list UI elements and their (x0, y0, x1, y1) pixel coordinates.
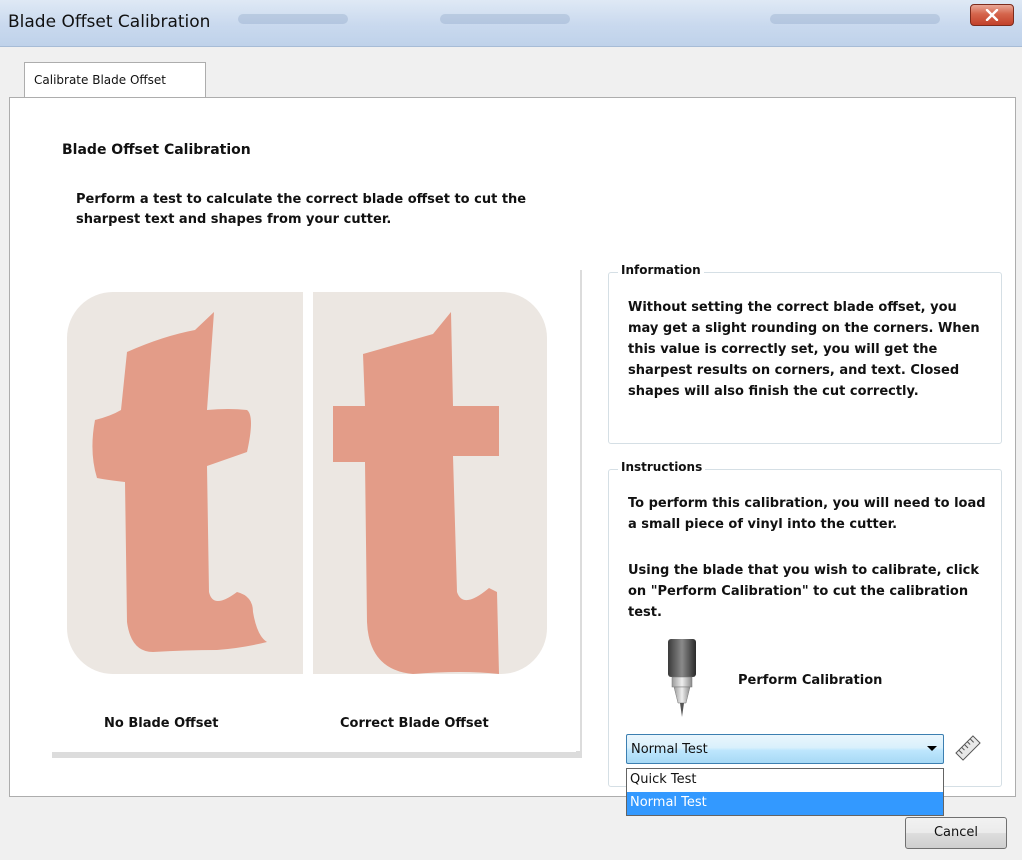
information-title: Information (618, 263, 704, 277)
information-text: Without setting the correct blade offset… (628, 300, 980, 399)
settings-tool-button[interactable] (954, 734, 982, 766)
perform-calibration-button[interactable] (662, 637, 710, 725)
window-title: Blade Offset Calibration (8, 12, 211, 32)
close-button[interactable] (970, 4, 1014, 26)
chevron-down-icon (927, 746, 937, 751)
dropdown-option-quick-test[interactable]: Quick Test (627, 769, 943, 792)
title-bar-decoration (440, 14, 570, 24)
dropdown-option-normal-test[interactable]: Normal Test (627, 792, 943, 815)
sharp-letter-t-graphic (333, 312, 499, 674)
rounded-letter-t-graphic (92, 312, 267, 652)
ruler-tool-icon (955, 735, 981, 761)
instructions-paragraph-1: To perform this calibration, you will ne… (628, 496, 986, 532)
test-type-select[interactable]: Normal Test (626, 734, 944, 764)
title-bar: Blade Offset Calibration (0, 0, 1022, 47)
vinyl-t-sharp (333, 312, 499, 674)
no-offset-caption: No Blade Offset (104, 716, 219, 731)
blade-holder-icon (668, 639, 696, 717)
title-bar-decoration (238, 14, 348, 24)
perform-calibration-label[interactable]: Perform Calibration (738, 673, 882, 688)
close-icon (985, 9, 999, 21)
vinyl-t-rounded (92, 312, 267, 652)
page-heading: Blade Offset Calibration (62, 142, 251, 158)
image-shadow (52, 752, 582, 758)
test-type-dropdown-list: Quick Test Normal Test (626, 768, 944, 816)
correct-offset-sample-image (313, 292, 547, 674)
correct-offset-caption: Correct Blade Offset (340, 716, 489, 731)
cancel-button[interactable]: Cancel (905, 817, 1007, 849)
title-bar-decoration (770, 14, 940, 24)
tab-calibrate-blade-offset[interactable]: Calibrate Blade Offset (24, 62, 206, 98)
test-type-value: Normal Test (631, 742, 708, 757)
no-offset-sample-image (67, 292, 303, 674)
instructions-paragraph-2: Using the blade that you wish to calibra… (628, 563, 979, 620)
instructions-title: Instructions (618, 460, 706, 474)
page-description: Perform a test to calculate the correct … (76, 192, 527, 227)
